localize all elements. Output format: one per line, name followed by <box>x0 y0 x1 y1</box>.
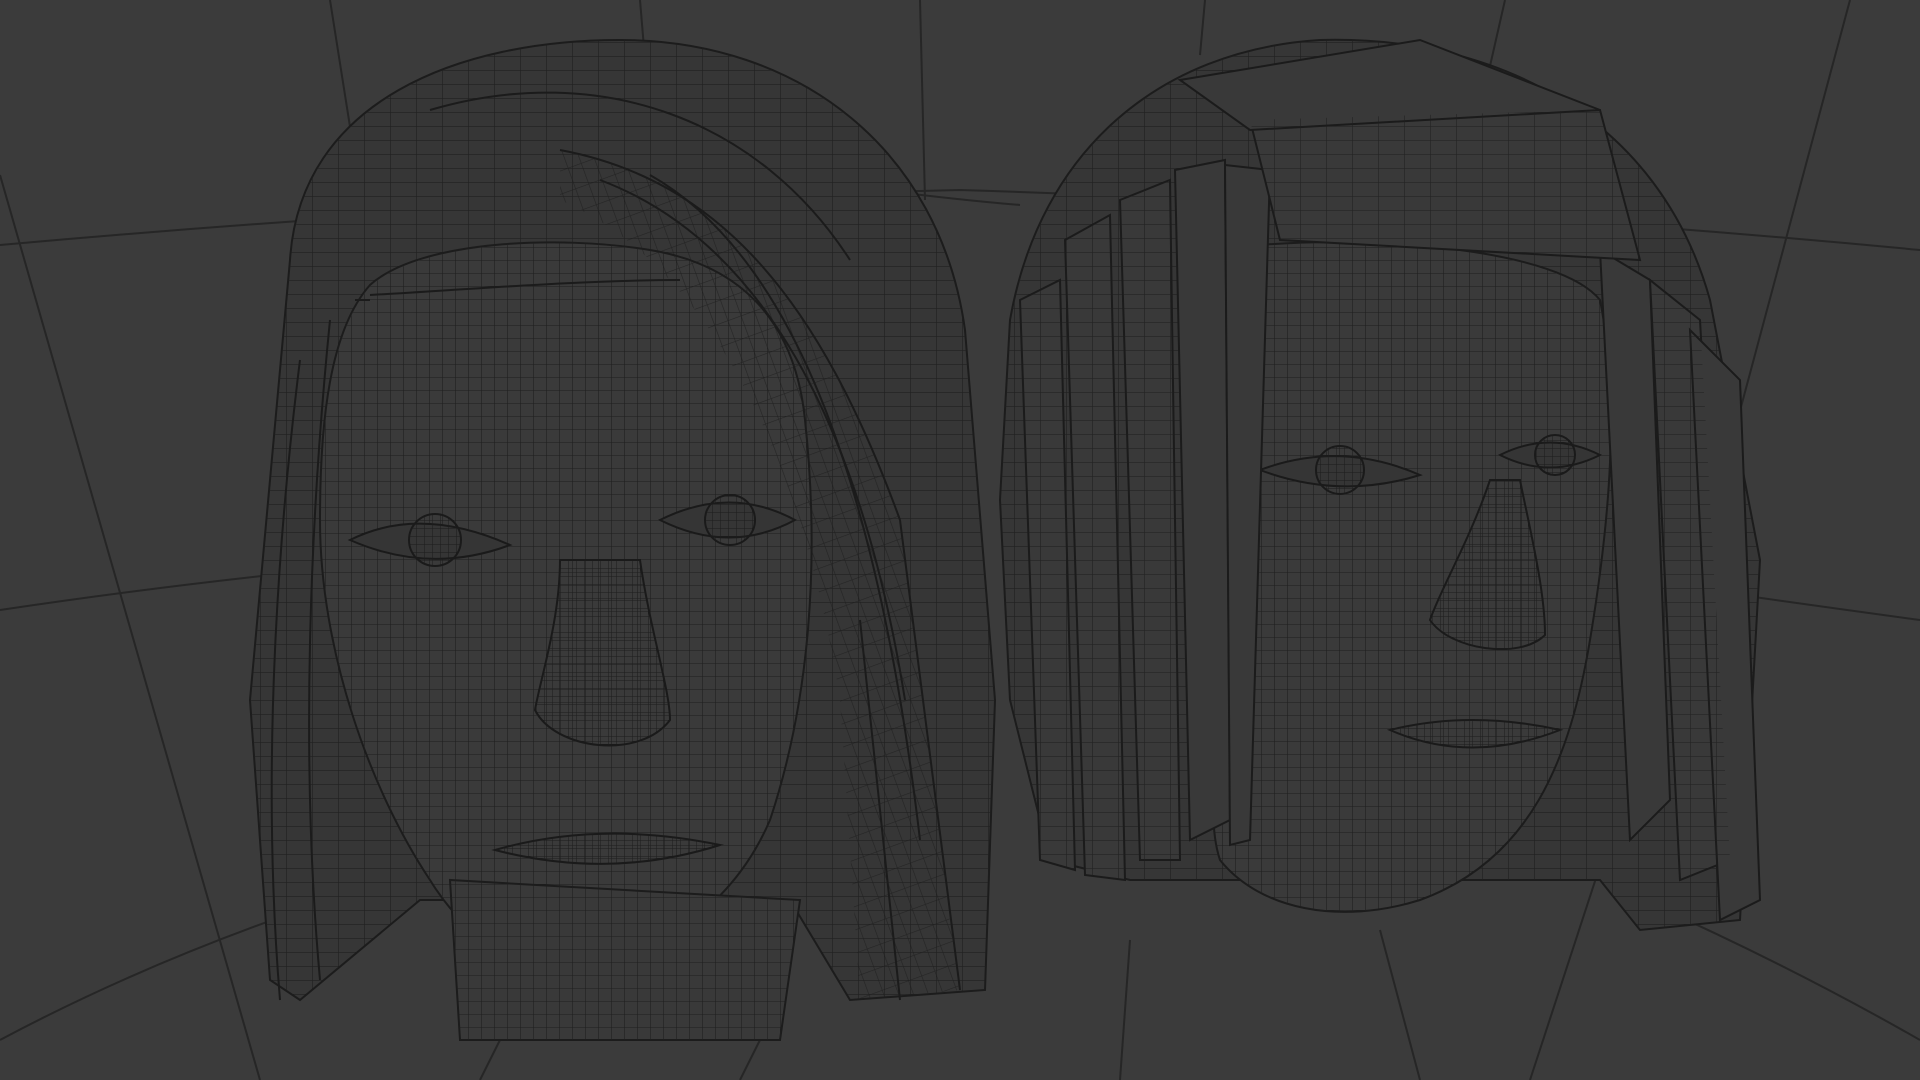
head-left[interactable] <box>248 38 997 1041</box>
wireframe-scene[interactable] <box>0 0 1920 1080</box>
3d-viewport[interactable] <box>0 0 1920 1080</box>
neck-left-mesh <box>450 880 800 1040</box>
head-right[interactable] <box>998 38 1762 932</box>
